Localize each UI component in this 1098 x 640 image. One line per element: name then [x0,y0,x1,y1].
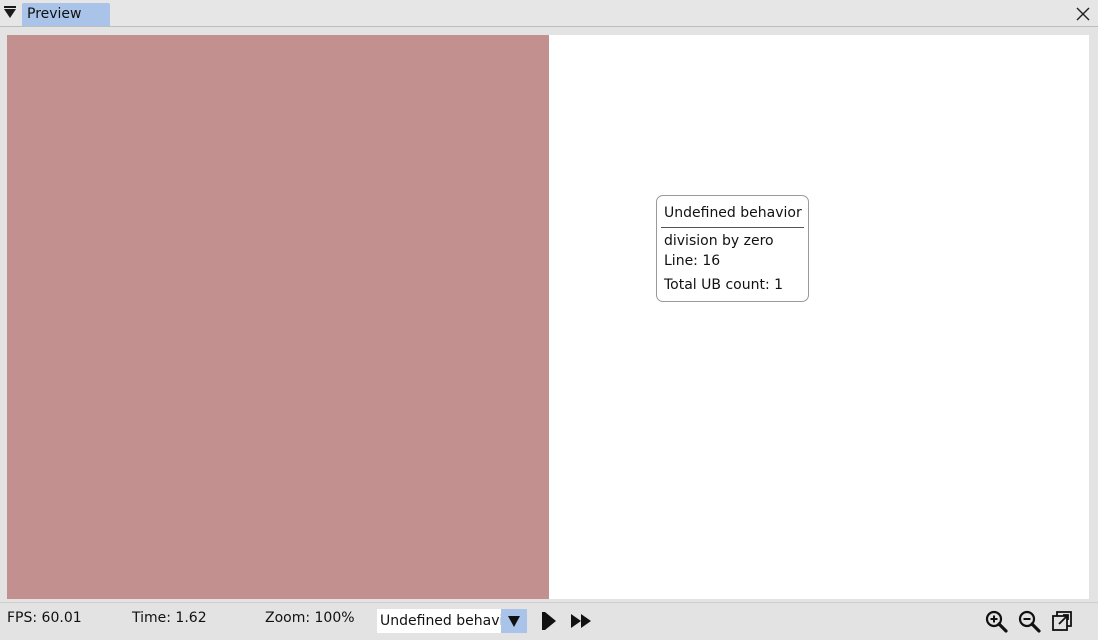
undefined-behavior-panel: Undefined behavior division by zero Line… [656,195,809,302]
time-readout: Time: 1.62 [132,610,207,626]
chevron-down-icon[interactable] [501,609,527,633]
title-bar: Preview [0,0,1098,27]
ub-panel-divider [661,227,804,228]
ub-line-number: Line: 16 [664,253,721,269]
status-bar: FPS: 60.01 Time: 1.62 Zoom: 100% Undefin… [0,602,1098,640]
detach-window-icon[interactable] [1050,609,1074,633]
preview-viewport[interactable]: Undefined behavior division by zero Line… [7,35,1089,599]
ub-total-count: Total UB count: 1 [664,277,784,293]
fast-forward-icon[interactable] [569,609,593,633]
tab-preview[interactable]: Preview [22,3,110,26]
fps-readout: FPS: 60.01 [7,610,82,626]
play-icon[interactable] [536,609,560,633]
close-icon[interactable] [1074,5,1092,23]
ub-message: division by zero [664,233,774,249]
mode-select-value: Undefined behavior [380,613,502,629]
zoom-out-icon[interactable] [1017,609,1041,633]
zoom-readout: Zoom: 100% [265,610,355,626]
ub-panel-title: Undefined behavior [664,205,802,221]
mode-select[interactable]: Undefined behavior [377,609,527,633]
zoom-in-icon[interactable] [984,609,1008,633]
menu-arrow-icon[interactable] [4,6,16,18]
rendered-shader-output [7,35,549,599]
